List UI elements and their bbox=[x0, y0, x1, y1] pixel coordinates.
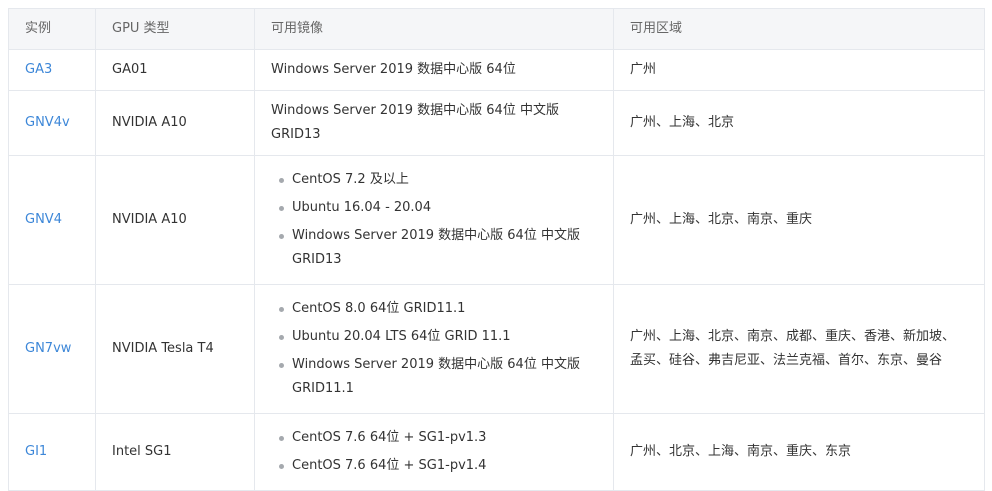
header-instance: 实例 bbox=[8, 8, 96, 50]
table-row: GNV4v NVIDIA A10 Windows Server 2019 数据中… bbox=[8, 90, 985, 156]
gpu-cell: NVIDIA Tesla T4 bbox=[95, 284, 255, 414]
gpu-cell: GA01 bbox=[95, 49, 255, 91]
table-header-row: 实例 GPU 类型 可用镜像 可用区域 bbox=[8, 8, 985, 50]
header-regions: 可用区域 bbox=[613, 8, 985, 50]
list-item: CentOS 7.6 64位 + SG1-pv1.4 bbox=[271, 454, 613, 478]
image-list: CentOS 8.0 64位 GRID11.1 Ubuntu 20.04 LTS… bbox=[271, 297, 593, 401]
table-row: GNV4 NVIDIA A10 CentOS 7.2 及以上 Ubuntu 16… bbox=[8, 155, 985, 285]
table-row: GN7vw NVIDIA Tesla T4 CentOS 8.0 64位 GRI… bbox=[8, 284, 985, 414]
table-row: GA3 GA01 Windows Server 2019 数据中心版 64位 广… bbox=[8, 49, 985, 91]
instance-link-gnv4v[interactable]: GNV4v bbox=[25, 115, 70, 130]
image-text: Windows Server 2019 数据中心版 64位 中文版 GRID13 bbox=[271, 103, 559, 142]
instance-link-ga3[interactable]: GA3 bbox=[25, 62, 52, 77]
gpu-instance-table: 实例 GPU 类型 可用镜像 可用区域 GA3 GA01 Windows Ser… bbox=[8, 8, 985, 491]
instance-cell: GN7vw bbox=[8, 284, 96, 414]
regions-cell: 广州 bbox=[613, 49, 985, 91]
list-item: Ubuntu 16.04 - 20.04 bbox=[271, 196, 593, 220]
regions-text: 广州、上海、北京、南京、成都、重庆、香港、新加坡、孟买、硅谷、弗吉尼亚、法兰克福… bbox=[630, 329, 956, 368]
image-cell: Windows Server 2019 数据中心版 64位 中文版 GRID13 bbox=[254, 90, 614, 156]
list-item: CentOS 7.2 及以上 bbox=[271, 168, 593, 192]
table-row: GI1 Intel SG1 CentOS 7.6 64位 + SG1-pv1.3… bbox=[8, 413, 985, 491]
regions-cell: 广州、上海、北京、南京、重庆 bbox=[613, 155, 985, 285]
image-list: CentOS 7.2 及以上 Ubuntu 16.04 - 20.04 Wind… bbox=[271, 168, 593, 272]
regions-cell: 广州、上海、北京、南京、成都、重庆、香港、新加坡、孟买、硅谷、弗吉尼亚、法兰克福… bbox=[613, 284, 985, 414]
instance-cell: GI1 bbox=[8, 413, 96, 491]
image-list: CentOS 7.6 64位 + SG1-pv1.3 CentOS 7.6 64… bbox=[271, 426, 613, 478]
instance-cell: GA3 bbox=[8, 49, 96, 91]
image-cell: Windows Server 2019 数据中心版 64位 bbox=[254, 49, 614, 91]
list-item: Ubuntu 20.04 LTS 64位 GRID 11.1 bbox=[271, 325, 593, 349]
regions-cell: 广州、上海、北京 bbox=[613, 90, 985, 156]
gpu-cell: NVIDIA A10 bbox=[95, 155, 255, 285]
regions-cell: 广州、北京、上海、南京、重庆、东京 bbox=[613, 413, 985, 491]
list-item: CentOS 8.0 64位 GRID11.1 bbox=[271, 297, 593, 321]
list-item: Windows Server 2019 数据中心版 64位 中文版 GRID11… bbox=[271, 353, 593, 401]
header-images: 可用镜像 bbox=[254, 8, 614, 50]
instance-cell: GNV4 bbox=[8, 155, 96, 285]
instance-cell: GNV4v bbox=[8, 90, 96, 156]
image-cell: CentOS 7.2 及以上 Ubuntu 16.04 - 20.04 Wind… bbox=[254, 155, 614, 285]
gpu-cell: Intel SG1 bbox=[95, 413, 255, 491]
image-cell: CentOS 7.6 64位 + SG1-pv1.3 CentOS 7.6 64… bbox=[254, 413, 614, 491]
instance-link-gi1[interactable]: GI1 bbox=[25, 444, 47, 459]
header-gpu-type: GPU 类型 bbox=[95, 8, 255, 50]
list-item: Windows Server 2019 数据中心版 64位 中文版 GRID13 bbox=[271, 224, 593, 272]
list-item: CentOS 7.6 64位 + SG1-pv1.3 bbox=[271, 426, 613, 450]
instance-link-gn7vw[interactable]: GN7vw bbox=[25, 341, 71, 356]
image-cell: CentOS 8.0 64位 GRID11.1 Ubuntu 20.04 LTS… bbox=[254, 284, 614, 414]
instance-link-gnv4[interactable]: GNV4 bbox=[25, 212, 62, 227]
gpu-cell: NVIDIA A10 bbox=[95, 90, 255, 156]
